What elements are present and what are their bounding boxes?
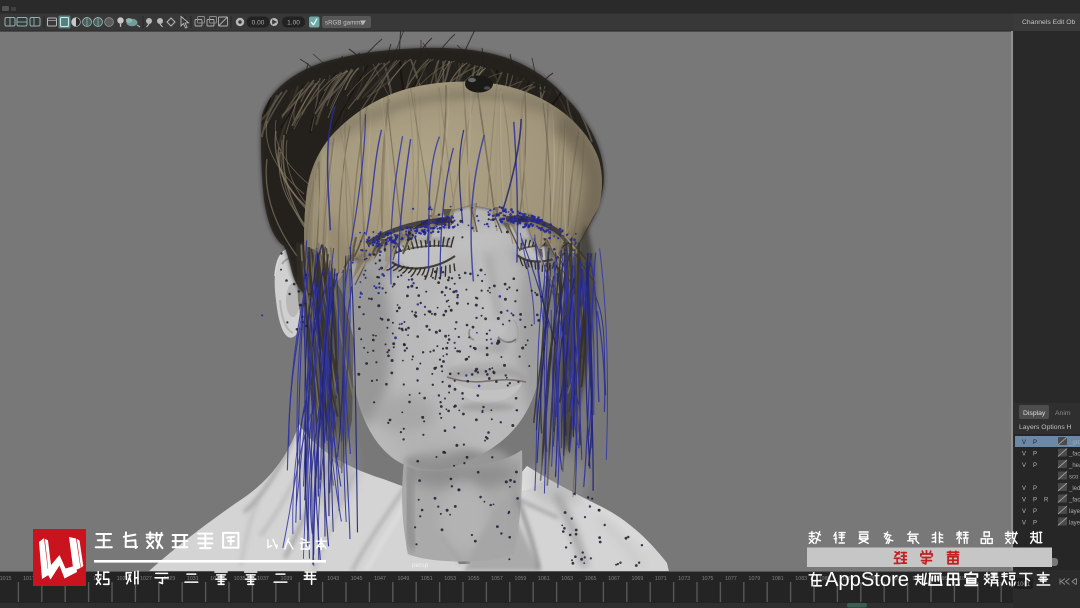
svg-text:V: V [1022,463,1026,469]
svg-text:P: P [1033,440,1037,446]
svg-text:sRGB gamma: sRGB gamma [325,19,364,26]
svg-text:1065: 1065 [585,576,597,582]
svg-text:P: P [1033,521,1037,527]
svg-text:1061: 1061 [538,576,550,582]
svg-text:1.00: 1.00 [287,20,300,27]
svg-text:1045: 1045 [351,576,363,582]
svg-text:1043: 1043 [327,576,339,582]
svg-text:_fac: _fac [1068,452,1080,458]
svg-text:1015: 1015 [0,576,12,582]
svg-text:1073: 1073 [678,576,690,582]
svg-text:V: V [1022,521,1026,527]
svg-text:1067: 1067 [608,576,620,582]
svg-text:1031: 1031 [187,576,199,582]
svg-text:1053: 1053 [444,576,456,582]
svg-text:0.00: 0.00 [252,20,265,27]
svg-text:P: P [1033,509,1037,515]
svg-text:1083: 1083 [795,576,807,582]
svg-text:P: P [1033,498,1037,504]
svg-text:sco: sco [1069,475,1079,481]
svg-text:1071: 1071 [655,576,667,582]
svg-text:1047: 1047 [374,576,386,582]
svg-text:Layers Options H: Layers Options H [1019,424,1072,431]
svg-text:layer: layer [1069,521,1080,527]
svg-text:R: R [1044,498,1049,504]
svg-text:1063: 1063 [561,576,573,582]
svg-text:Channels Edit Ob: Channels Edit Ob [1022,19,1075,26]
svg-text:1035: 1035 [234,576,246,582]
svg-text:V: V [1022,509,1026,515]
svg-text:V: V [1022,440,1026,446]
svg-text:P: P [1033,463,1037,469]
svg-text:1055: 1055 [468,576,480,582]
svg-text:AppStore: AppStore [825,569,909,591]
svg-text:Anim: Anim [1055,410,1071,417]
svg-text:1051: 1051 [421,576,433,582]
svg-text:1077: 1077 [725,576,737,582]
svg-text:1037: 1037 [257,576,269,582]
svg-text:1075: 1075 [702,576,714,582]
svg-text:Display: Display [1023,410,1046,417]
svg-text:1069: 1069 [632,576,644,582]
svg-text:1049: 1049 [398,576,410,582]
svg-text:_gro: _gro [1068,440,1080,446]
svg-text:_hea: _hea [1068,463,1080,469]
svg-text:1001: 1001 [1017,582,1031,588]
svg-text:persp: persp [412,562,429,569]
svg-text:P: P [1033,486,1037,492]
svg-text:1029: 1029 [164,576,176,582]
svg-text:V: V [1022,498,1026,504]
svg-text:1081: 1081 [772,576,784,582]
svg-text:1057: 1057 [491,576,503,582]
svg-text:1079: 1079 [749,576,761,582]
svg-text:1027: 1027 [140,576,152,582]
svg-text:V: V [1022,486,1026,492]
svg-text:P: P [1033,452,1037,458]
svg-text:1059: 1059 [515,576,527,582]
svg-text:_led: _led [1068,486,1080,492]
svg-text:V: V [1022,452,1026,458]
svg-text:layer: layer [1069,509,1080,515]
svg-text:_fac: _fac [1068,498,1080,504]
svg-text:1039: 1039 [281,576,293,582]
